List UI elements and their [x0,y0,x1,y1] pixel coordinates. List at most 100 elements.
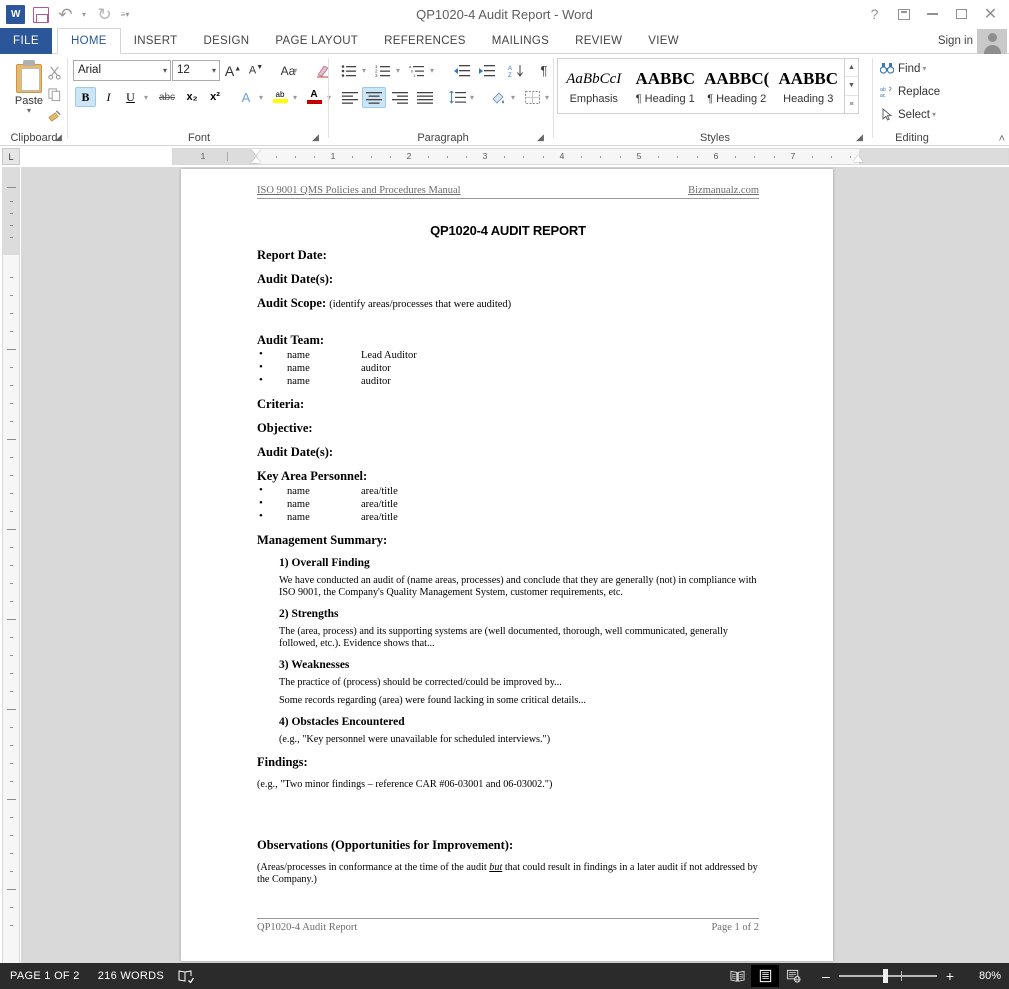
avatar[interactable] [977,29,1007,55]
styles-scroll-down-button[interactable]: ▼ [845,77,858,96]
bullets-dropdown[interactable]: ▾ [359,60,371,81]
align-left-button[interactable] [338,87,362,108]
tab-review[interactable]: REVIEW [562,28,635,54]
collapse-ribbon-button[interactable]: ˄ [999,133,1005,145]
style-emphasis[interactable]: AaBbCcI Emphasis [558,59,630,113]
undo-dropdown[interactable]: ▾ [79,3,91,26]
show-formatting-marks-button[interactable]: ¶ [534,60,554,81]
font-color-button[interactable]: A [303,87,325,107]
document-canvas[interactable]: ISO 9001 QMS Policies and Procedures Man… [21,167,1009,963]
highlight-dropdown[interactable]: ▾ [290,87,302,107]
tab-page-layout[interactable]: PAGE LAYOUT [262,28,371,54]
cut-button[interactable] [44,62,64,82]
proofing-status-button[interactable] [178,969,195,983]
numbering-dropdown[interactable]: ▾ [393,60,405,81]
tab-mailings[interactable]: MAILINGS [479,28,562,54]
grow-font-button[interactable]: A▲ [222,60,244,81]
styles-more-button[interactable]: ≡ [845,96,858,113]
tab-view[interactable]: VIEW [635,28,692,54]
align-right-button[interactable] [388,87,412,108]
shading-button[interactable] [487,87,509,108]
print-layout-button[interactable] [751,965,779,987]
chevron-down-icon[interactable]: ▾ [212,61,216,80]
vertical-ruler[interactable] [2,167,20,963]
minimize-button[interactable] [918,2,947,26]
tab-stop-selector[interactable]: L [2,148,20,165]
shading-dropdown[interactable]: ▾ [508,87,520,108]
tab-home[interactable]: HOME [57,28,121,54]
right-indent-marker[interactable] [853,155,863,162]
font-dialog-launcher[interactable]: ◢ [312,132,323,143]
clipboard-dialog-launcher[interactable]: ◢ [55,132,66,143]
decrease-indent-button[interactable] [449,60,473,81]
undo-button[interactable]: ↶ [54,3,77,26]
customize-qat-button[interactable]: ≡▾ [118,3,134,26]
tab-insert[interactable]: INSERT [121,28,191,54]
bullets-button[interactable] [338,60,360,81]
tab-file[interactable]: FILE [0,28,52,54]
select-button[interactable]: Select ▾ [880,108,936,121]
save-button[interactable] [29,3,52,26]
bold-button[interactable]: B [75,87,96,107]
web-layout-button[interactable] [779,965,807,987]
underline-dropdown[interactable]: ▾ [141,87,153,107]
numbering-button[interactable]: 1 2 3 [372,60,394,81]
style-heading-3[interactable]: AABBC Heading 3 [773,59,845,113]
first-line-indent-marker[interactable] [251,149,261,155]
change-case-button[interactable]: Aa ▾ [272,60,306,81]
word-count[interactable]: 216 WORDS [98,970,164,982]
styles-scroll-up-button[interactable]: ▲ [845,59,858,78]
zoom-in-button[interactable]: + [941,968,959,984]
sign-in-link[interactable]: Sign in [938,28,973,54]
tab-references[interactable]: REFERENCES [371,28,479,54]
chevron-down-icon[interactable]: ▾ [163,61,167,80]
borders-button[interactable] [521,87,543,108]
copy-button[interactable] [44,84,64,104]
page-indicator[interactable]: PAGE 1 OF 2 [10,970,80,982]
italic-button[interactable]: I [98,87,119,107]
strikethrough-button[interactable]: abc [155,87,179,107]
format-painter-button[interactable] [44,106,64,126]
find-dropdown-icon[interactable]: ▾ [922,64,926,73]
ribbon-display-options-button[interactable] [889,2,918,26]
subscript-button[interactable]: x₂ [181,87,203,107]
horizontal-ruler[interactable]: 1 1 2 3 4 5 6 7 [172,148,1009,165]
styles-gallery[interactable]: AaBbCcI Emphasis AABBC ¶ Heading 1 AABBC… [557,58,845,114]
zoom-out-button[interactable]: – [817,968,835,984]
document-page[interactable]: ISO 9001 QMS Policies and Procedures Man… [181,169,833,961]
clear-formatting-button[interactable] [312,60,334,81]
highlight-button[interactable]: ab [269,87,291,107]
underline-button[interactable]: U [120,87,141,107]
page-footer[interactable]: QP1020-4 Audit Report Page 1 of 2 [257,918,759,933]
redo-button[interactable]: ↻ [93,3,116,26]
text-effects-dropdown[interactable]: ▾ [256,87,268,107]
font-name-input[interactable]: Arial ▾ [73,60,171,81]
multilevel-list-button[interactable]: a b 1 [406,60,428,81]
replace-button[interactable]: ab ac Replace [880,85,940,99]
zoom-slider-thumb[interactable] [883,969,888,983]
align-center-button[interactable] [362,87,386,108]
restore-button[interactable] [947,2,976,26]
style-heading-2[interactable]: AABBC( ¶ Heading 2 [701,59,773,113]
word-app-icon[interactable]: W [4,3,27,26]
zoom-slider[interactable] [839,969,937,983]
shrink-font-button[interactable]: A▼ [245,60,267,81]
document-body[interactable]: QP1020-4 AUDIT REPORT Report Date: Audit… [257,223,759,886]
line-spacing-button[interactable] [446,87,468,108]
paragraph-dialog-launcher[interactable]: ◢ [537,132,548,143]
page-header[interactable]: ISO 9001 QMS Policies and Procedures Man… [257,185,759,199]
read-mode-button[interactable] [723,965,751,987]
close-button[interactable]: ✕ [976,2,1005,26]
help-button[interactable]: ? [860,2,889,26]
zoom-level-button[interactable]: 80% [969,970,1001,982]
multilevel-list-dropdown[interactable]: ▾ [427,60,439,81]
justify-button[interactable] [413,87,437,108]
hanging-indent-marker[interactable] [251,157,261,163]
find-button[interactable]: Find ▾ [880,62,926,75]
select-dropdown-icon[interactable]: ▾ [932,110,936,119]
increase-indent-button[interactable] [474,60,498,81]
line-spacing-dropdown[interactable]: ▾ [467,87,479,108]
superscript-button[interactable]: x² [204,87,226,107]
tab-design[interactable]: DESIGN [190,28,262,54]
font-size-input[interactable]: 12 ▾ [172,60,220,81]
